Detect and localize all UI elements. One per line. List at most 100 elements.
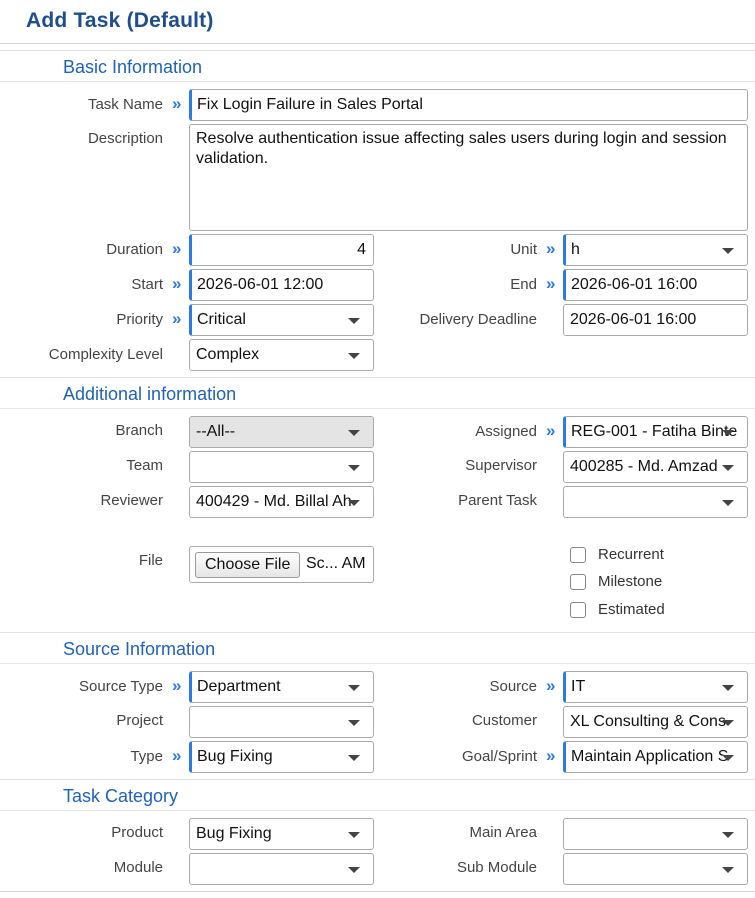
- branch-select[interactable]: --All--: [189, 416, 374, 448]
- required-icon: »: [172, 94, 182, 113]
- required-icon: »: [172, 274, 182, 293]
- caret-down-icon: [722, 465, 734, 471]
- choose-file-button[interactable]: Choose File: [195, 552, 301, 578]
- required-icon: »: [546, 746, 556, 765]
- product-select[interactable]: Bug Fixing: [189, 818, 374, 850]
- goal-sprint-label: Goal/Sprint: [461, 748, 537, 765]
- caret-down-icon: [722, 685, 734, 691]
- sub-module-label: Sub Module: [456, 859, 537, 876]
- duration-input[interactable]: 4: [189, 234, 374, 266]
- reviewer-select[interactable]: 400429 - Md. Billal Ah: [189, 486, 374, 518]
- milestone-label: Milestone: [598, 573, 663, 590]
- priority-label: Priority: [116, 311, 163, 328]
- section-title: Additional information: [63, 384, 237, 404]
- sub-module-select[interactable]: [563, 853, 748, 885]
- caret-down-icon: [348, 353, 360, 359]
- branch-label: Branch: [115, 422, 163, 439]
- file-label: File: [138, 552, 163, 569]
- recurrent-checkbox[interactable]: [570, 547, 586, 563]
- parent-task-label: Parent Task: [458, 492, 537, 509]
- module-label: Module: [113, 859, 163, 876]
- milestone-checkbox[interactable]: [570, 574, 586, 590]
- page-title: Add Task (Default): [26, 9, 214, 32]
- priority-select[interactable]: Critical: [189, 304, 374, 336]
- project-label: Project: [116, 712, 163, 729]
- required-icon: »: [546, 676, 556, 695]
- supervisor-label: Supervisor: [465, 457, 537, 474]
- product-label: Product: [111, 824, 163, 841]
- task-name-label: Task Name: [87, 96, 163, 113]
- caret-down-icon: [348, 720, 360, 726]
- caret-down-icon: [348, 755, 360, 761]
- branch-value: --All--: [196, 423, 236, 440]
- caret-down-icon: [722, 248, 734, 254]
- bottom-divider: [0, 891, 755, 892]
- caret-down-icon: [348, 867, 360, 873]
- customer-value: XL Consulting & Cons: [570, 713, 726, 730]
- estimated-label: Estimated: [598, 601, 665, 618]
- required-icon: »: [546, 274, 556, 293]
- source-type-value: Department: [197, 678, 281, 695]
- complexity-value: Complex: [196, 346, 260, 363]
- caret-down-icon: [348, 465, 360, 471]
- caret-down-icon: [348, 500, 360, 506]
- assigned-value: REG-001 - Fatiha Binte: [571, 423, 738, 440]
- description-label: Description: [87, 130, 163, 147]
- page-header: Add Task (Default): [0, 0, 755, 44]
- priority-value: Critical: [197, 311, 246, 328]
- required-icon: »: [172, 676, 182, 695]
- module-select[interactable]: [189, 853, 374, 885]
- unit-select[interactable]: h: [563, 234, 748, 266]
- required-icon: »: [546, 421, 556, 440]
- customer-select[interactable]: XL Consulting & Cons: [563, 706, 748, 738]
- source-type-select[interactable]: Department: [189, 671, 374, 703]
- caret-down-icon: [348, 832, 360, 838]
- delivery-deadline-input[interactable]: 2026-06-01 16:00: [563, 304, 748, 336]
- project-select[interactable]: [189, 706, 374, 738]
- caret-down-icon: [722, 430, 734, 436]
- team-select[interactable]: [189, 451, 374, 483]
- section-source-information: Source Information: [0, 632, 755, 664]
- source-select[interactable]: IT: [563, 671, 748, 703]
- section-title: Task Category: [63, 786, 179, 806]
- team-label: Team: [126, 457, 163, 474]
- type-value: Bug Fixing: [197, 748, 273, 765]
- description-textarea[interactable]: Resolve authentication issue affecting s…: [189, 124, 748, 231]
- section-additional-information: Additional information: [0, 377, 755, 409]
- section-basic-information: Basic Information: [0, 50, 755, 82]
- assigned-select[interactable]: REG-001 - Fatiha Binte: [563, 416, 748, 448]
- unit-value: h: [571, 241, 580, 258]
- file-input[interactable]: Choose File Sc... AM: [189, 546, 374, 583]
- supervisor-value: 400285 - Md. Amzad: [570, 458, 718, 475]
- start-label: Start: [131, 276, 163, 293]
- supervisor-select[interactable]: 400285 - Md. Amzad: [563, 451, 748, 483]
- parent-task-select[interactable]: [563, 486, 748, 518]
- recurrent-label: Recurrent: [598, 546, 664, 563]
- type-select[interactable]: Bug Fixing: [189, 741, 374, 773]
- caret-down-icon: [722, 720, 734, 726]
- end-datetime-input[interactable]: 2026-06-01 16:00: [563, 269, 748, 301]
- file-name: Sc... AM: [306, 555, 366, 572]
- required-icon: »: [172, 746, 182, 765]
- main-area-label: Main Area: [469, 824, 537, 841]
- complexity-level-label: Complexity Level: [48, 346, 163, 363]
- estimated-checkbox[interactable]: [570, 602, 586, 618]
- reviewer-value: 400429 - Md. Billal Ah: [196, 493, 352, 510]
- complexity-level-select[interactable]: Complex: [189, 339, 374, 371]
- caret-down-icon: [348, 318, 360, 324]
- customer-label: Customer: [471, 712, 537, 729]
- section-task-category: Task Category: [0, 779, 755, 811]
- reviewer-label: Reviewer: [100, 492, 163, 509]
- source-type-label: Source Type: [79, 678, 163, 695]
- delivery-deadline-label: Delivery Deadline: [419, 311, 537, 328]
- goal-sprint-select[interactable]: Maintain Application S: [563, 741, 748, 773]
- goal-sprint-value: Maintain Application S: [571, 748, 729, 765]
- main-area-select[interactable]: [563, 818, 748, 850]
- caret-down-icon: [348, 685, 360, 691]
- duration-label: Duration: [106, 241, 163, 258]
- caret-down-icon: [722, 755, 734, 761]
- start-datetime-input[interactable]: 2026-06-01 12:00: [189, 269, 374, 301]
- product-value: Bug Fixing: [196, 825, 272, 842]
- unit-label: Unit: [510, 241, 537, 258]
- task-name-input[interactable]: Fix Login Failure in Sales Portal: [189, 89, 748, 121]
